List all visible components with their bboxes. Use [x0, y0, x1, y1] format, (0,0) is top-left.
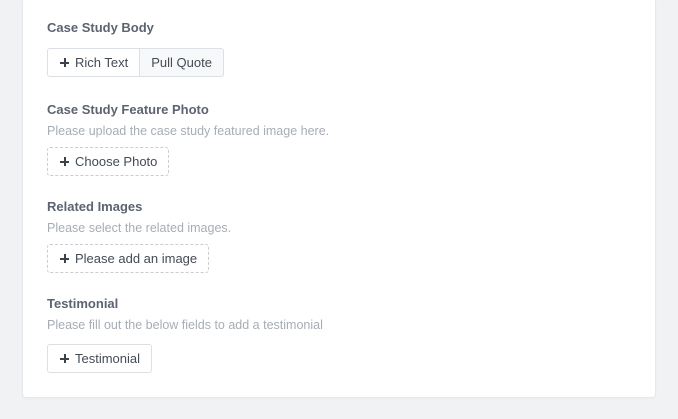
section-description: Please upload the case study featured im…: [47, 124, 330, 138]
section-title: Testimonial: [47, 296, 119, 311]
add-image-button[interactable]: Please add an image: [47, 244, 210, 273]
add-pull-quote-button[interactable]: Pull Quote: [140, 48, 224, 77]
content-card: Case Study Body Rich Text Pull Quote Cas…: [22, 0, 656, 398]
plus-icon: [60, 254, 69, 263]
button-label: Please add an image: [75, 251, 198, 266]
button-label: Choose Photo: [75, 154, 158, 169]
plus-icon: [60, 157, 69, 166]
content-block-button-group: Rich Text Pull Quote: [47, 48, 224, 77]
plus-icon: [60, 354, 69, 363]
section-description: Please select the related images.: [47, 221, 232, 235]
case-study-body-section: Case Study Body Rich Text Pull Quote: [47, 20, 224, 77]
section-title: Related Images: [47, 199, 143, 214]
plus-icon: [60, 58, 69, 67]
button-label: Rich Text: [75, 55, 129, 70]
section-title: Case Study Body: [47, 20, 154, 35]
button-label: Testimonial: [75, 351, 141, 366]
section-description: Please fill out the below fields to add …: [47, 318, 323, 332]
testimonial-section: Testimonial Please fill out the below fi…: [47, 296, 323, 373]
add-testimonial-button[interactable]: Testimonial: [47, 344, 153, 373]
button-label: Pull Quote: [151, 55, 212, 70]
add-rich-text-button[interactable]: Rich Text: [47, 48, 141, 77]
feature-photo-section: Case Study Feature Photo Please upload t…: [47, 102, 329, 176]
related-images-section: Related Images Please select the related…: [47, 199, 231, 273]
choose-photo-button[interactable]: Choose Photo: [47, 147, 170, 176]
section-title: Case Study Feature Photo: [47, 102, 209, 117]
page: Case Study Body Rich Text Pull Quote Cas…: [0, 0, 678, 419]
